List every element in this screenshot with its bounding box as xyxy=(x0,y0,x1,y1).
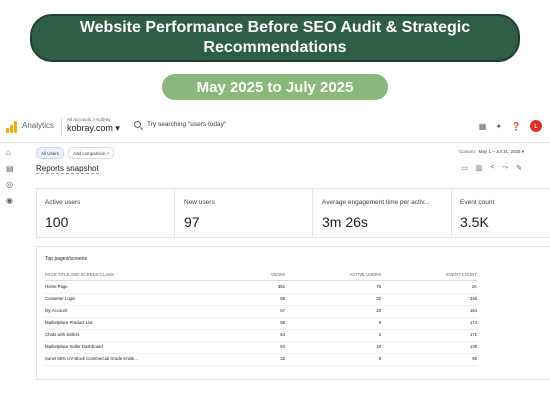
table-row[interactable]: Sunet 85% UV Block Commercial Grade Knit… xyxy=(45,356,477,366)
column-header-event-count[interactable]: EVENT COUNT xyxy=(446,272,477,277)
metric-divider xyxy=(451,189,452,237)
cell-active-users: 32 xyxy=(376,296,381,301)
topbar-actions: ▦ ✦ ❓ L xyxy=(479,120,542,132)
edit-report-icon[interactable]: ▭ xyxy=(461,164,468,172)
cell-views: 85 xyxy=(280,296,285,301)
table-header: PAGE TITLE AND SCREEN CLASS VIEWS ACTIVE… xyxy=(45,272,477,281)
property-name: kobray.com ▾ xyxy=(67,123,120,133)
search-bar[interactable]: Try searching "users today" xyxy=(134,121,226,128)
metrics-card: Active users 100 New users 97 Average en… xyxy=(36,188,550,238)
cell-page-title: Home Page xyxy=(45,284,68,289)
comparison-filters: All Users Add comparison + xyxy=(36,147,115,159)
cell-active-users: 8 xyxy=(378,356,381,361)
cell-active-users: 75 xyxy=(376,284,381,289)
share-icon[interactable]: < xyxy=(490,164,494,172)
table-row[interactable]: Marketplace Product List 58 9 174 xyxy=(45,320,477,330)
metric-divider xyxy=(174,189,175,237)
top-pages-card: Top pages/screens PAGE TITLE AND SCREEN … xyxy=(36,246,550,380)
report-period-pill: May 2025 to July 2025 xyxy=(162,74,388,100)
cell-active-users: 10 xyxy=(376,344,381,349)
snapshot-actions: ▭ ▥ < ⤳ ✎ xyxy=(461,164,522,172)
customize-icon[interactable]: ✎ xyxy=(516,164,522,172)
avatar[interactable]: L xyxy=(530,120,542,132)
metric-value: 97 xyxy=(184,214,200,230)
insights-icon[interactable]: ⤳ xyxy=(503,164,509,172)
cell-active-users: 3 xyxy=(378,332,381,337)
cell-page-title: Marketplace Product List xyxy=(45,320,93,325)
analytics-topbar: Analytics All accounts > Kobray kobray.c… xyxy=(0,112,550,143)
table-row[interactable]: Chats with Sellers 54 3 171 xyxy=(45,332,477,342)
analytics-logo-icon[interactable] xyxy=(6,121,18,133)
column-header-views[interactable]: VIEWS xyxy=(271,272,285,277)
cell-active-users: 9 xyxy=(378,320,381,325)
cell-event-count: 164 xyxy=(469,308,477,313)
reports-icon[interactable]: ▤ xyxy=(6,164,14,173)
cell-page-title: My Account xyxy=(45,308,68,313)
metric-label: Average engagement time per activ... xyxy=(322,199,430,206)
cell-views: 54 xyxy=(280,344,285,349)
app-name: Analytics xyxy=(22,121,55,130)
apps-grid-icon[interactable]: ▦ xyxy=(479,122,487,131)
table-row[interactable]: Home Page 361 75 1K xyxy=(45,284,477,294)
all-users-chip[interactable]: All Users xyxy=(36,147,65,159)
date-range-value: May 1 – Jul 31, 2025 ▾ xyxy=(478,149,524,154)
report-title: Website Performance Before SEO Audit & S… xyxy=(79,19,471,56)
cell-active-users: 20 xyxy=(376,308,381,313)
cell-event-count: 1K xyxy=(471,284,477,289)
page-title: Reports snapshot xyxy=(36,164,99,174)
cell-page-title: Marketplace Seller Dashboard xyxy=(45,344,103,349)
report-title-banner: Website Performance Before SEO Audit & S… xyxy=(30,14,520,62)
side-navigation: ⌂ ▤ ◎ ◉ xyxy=(0,142,22,400)
metric-label: Event count xyxy=(460,199,495,206)
table-title: Top pages/screens xyxy=(45,256,87,262)
compare-icon[interactable]: ▥ xyxy=(476,164,483,172)
column-header-page-title[interactable]: PAGE TITLE AND SCREEN CLASS xyxy=(45,272,114,277)
cell-event-count: 171 xyxy=(469,332,477,337)
cell-event-count: 95 xyxy=(472,356,477,361)
metric-value: 3.5K xyxy=(460,214,489,230)
date-range-picker[interactable]: Custom May 1 – Jul 31, 2025 ▾ xyxy=(459,149,524,155)
metric-active-users[interactable]: Active users 100 xyxy=(45,199,80,230)
cell-page-title: Sunet 85% UV Block Commercial Grade Knit… xyxy=(45,356,138,361)
metric-engagement-time[interactable]: Average engagement time per activ... 3m … xyxy=(322,199,429,230)
metric-divider xyxy=(312,189,313,237)
metric-event-count[interactable]: Event count 3.5K xyxy=(460,199,494,230)
cell-event-count: 136 xyxy=(469,344,477,349)
metric-new-users[interactable]: New users 97 xyxy=(184,199,215,230)
metric-value: 3m 26s xyxy=(322,214,368,230)
cell-views: 361 xyxy=(277,284,285,289)
home-icon[interactable]: ⌂ xyxy=(6,148,11,157)
cell-page-title: Customer Login xyxy=(45,296,76,301)
cell-event-count: 174 xyxy=(469,320,477,325)
metric-label: Active users xyxy=(45,199,81,206)
advertising-icon[interactable]: ◉ xyxy=(6,196,13,205)
search-placeholder: Try searching "users today" xyxy=(147,121,227,128)
cell-event-count: 346 xyxy=(469,296,477,301)
analytics-screenshot: Analytics All accounts > Kobray kobray.c… xyxy=(0,112,550,400)
cell-page-title: Chats with Sellers xyxy=(45,332,80,337)
cell-views: 54 xyxy=(280,332,285,337)
report-period-label: May 2025 to July 2025 xyxy=(196,78,354,96)
date-range-prefix: Custom xyxy=(459,149,475,154)
cell-views: 32 xyxy=(280,356,285,361)
account-selector[interactable]: All accounts > Kobray kobray.com ▾ xyxy=(67,117,120,134)
table-row[interactable]: My Account 67 20 164 xyxy=(45,308,477,318)
metric-value: 100 xyxy=(45,214,69,230)
add-comparison-button[interactable]: Add comparison + xyxy=(68,147,115,159)
table-row[interactable]: Marketplace Seller Dashboard 54 10 136 xyxy=(45,344,477,354)
cell-views: 67 xyxy=(280,308,285,313)
sparkle-insights-icon[interactable]: ✦ xyxy=(495,122,502,131)
cell-views: 58 xyxy=(280,320,285,325)
metric-label: New users xyxy=(184,199,215,206)
explore-icon[interactable]: ◎ xyxy=(6,180,13,189)
table-row[interactable]: Customer Login 85 32 346 xyxy=(45,296,477,306)
search-icon xyxy=(134,121,141,128)
topbar-divider xyxy=(61,118,62,136)
help-icon[interactable]: ❓ xyxy=(511,122,521,131)
account-breadcrumb: All accounts > Kobray xyxy=(67,117,111,122)
column-header-active-users[interactable]: ACTIVE USERS xyxy=(349,272,381,277)
